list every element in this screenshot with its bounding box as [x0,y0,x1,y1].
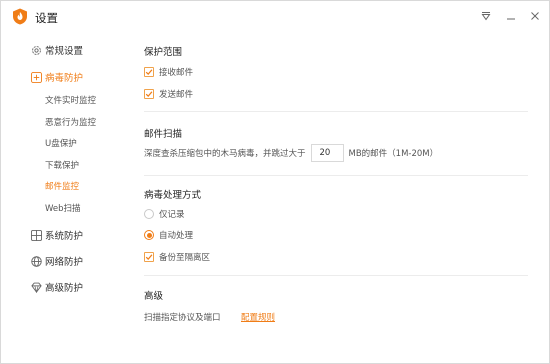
settings-content: 保护范围 接收邮件 发送邮件 邮件扫描 深度查杀压缩包中的木马病毒，并跳过大于 … [115,32,549,363]
sidebar-subitem-usb-protection[interactable]: U盘保护 [45,136,77,152]
section-divider [144,175,528,176]
sidebar-item-system-protection[interactable]: 系统防护 [1,224,115,246]
minimize-icon [507,18,515,20]
section-title-mail-scan: 邮件扫描 [144,129,183,140]
sidebar-item-label: 高级防护 [45,283,84,294]
section-title-protection-scope: 保护范围 [144,47,183,58]
section-divider [144,111,528,112]
sidebar-item-general[interactable]: 常规设置 [1,39,115,61]
sidebar-subitem-behavior-monitor[interactable]: 恶意行为监控 [45,115,96,131]
checkbox-checked-icon [144,252,154,262]
radio-checked-icon [144,230,154,240]
backup-quarantine-label: 备份至隔离区 [159,253,211,263]
radio-unchecked-icon [144,209,154,219]
auto-handle-radio[interactable]: 自动处理 [144,229,193,241]
sidebar: 常规设置 病毒防护 文件实时监控 恶意行为监控 U盘保护 下载保护 邮件监控 W… [1,32,115,363]
sidebar-subitem-mail-monitor[interactable]: 邮件监控 [45,179,79,195]
log-only-label: 仅记录 [159,210,185,220]
section-divider [144,275,528,276]
sidebar-item-virus-protection[interactable]: 病毒防护 [1,66,115,88]
gear-icon [30,44,42,56]
shield-plus-icon [30,71,42,83]
system-grid-icon [30,229,42,241]
checkbox-checked-icon [144,89,154,99]
sidebar-item-network-protection[interactable]: 网络防护 [1,250,115,272]
receive-mail-checkbox[interactable]: 接收邮件 [144,66,193,78]
sidebar-item-label: 系统防护 [45,231,84,242]
mail-scan-text-after: MB的邮件（1M-20M） [348,149,439,159]
sidebar-item-label: 常规设置 [45,46,84,57]
checkbox-checked-icon [144,67,154,77]
title-bar: 设置 [1,1,549,32]
receive-mail-label: 接收邮件 [159,68,194,78]
auto-handle-label: 自动处理 [159,231,194,241]
app-logo-icon [13,8,27,25]
section-title-virus-handling: 病毒处理方式 [144,190,202,201]
window-title: 设置 [35,11,58,25]
mail-size-input[interactable] [310,144,344,162]
sidebar-item-advanced-protection[interactable]: 高级防护 [1,276,115,298]
mail-scan-row: 深度查杀压缩包中的木马病毒，并跳过大于 MB的邮件（1M-20M） [144,144,438,162]
mail-scan-text-before: 深度查杀压缩包中的木马病毒，并跳过大于 [144,149,306,159]
sidebar-item-label: 病毒防护 [45,73,84,84]
log-only-radio[interactable]: 仅记录 [144,208,185,220]
close-button[interactable] [527,8,543,24]
backup-quarantine-checkbox[interactable]: 备份至隔离区 [144,251,210,263]
triangle-down-icon [481,12,491,21]
advanced-description: 扫描指定协议及端口 [144,313,221,323]
diamond-icon [30,281,42,293]
sidebar-subitem-web-scan[interactable]: Web扫描 [45,201,81,217]
skin-menu-button[interactable] [478,8,494,24]
sidebar-item-label: 网络防护 [45,257,84,268]
settings-window: 设置 常规设置 病毒防护 文件实时监控 恶意行为监控 U盘保护 下载保护 邮件监… [0,0,550,364]
minimize-button[interactable] [503,8,519,24]
sidebar-subitem-download-protection[interactable]: 下载保护 [45,158,79,174]
globe-icon [30,255,42,267]
configure-rules-link[interactable]: 配置规则 [241,311,275,323]
sidebar-subitem-file-monitor[interactable]: 文件实时监控 [45,93,96,109]
send-mail-label: 发送邮件 [159,90,194,100]
send-mail-checkbox[interactable]: 发送邮件 [144,88,193,100]
section-title-advanced: 高级 [144,291,164,302]
close-icon [531,12,539,20]
